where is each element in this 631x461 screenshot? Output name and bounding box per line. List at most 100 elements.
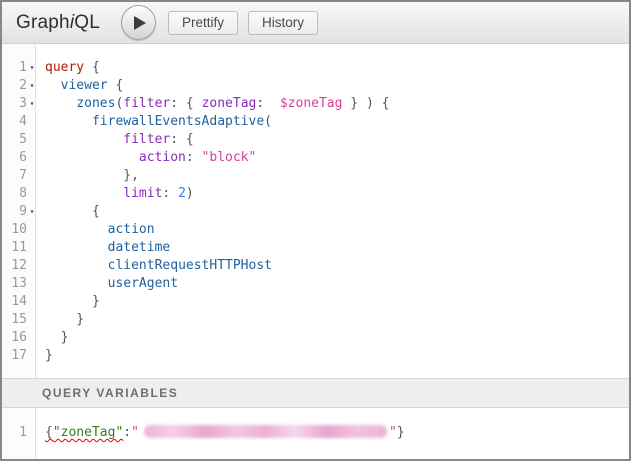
code-text: { [37,203,100,221]
token-attr: zoneTag [202,96,257,111]
token-num: 2 [178,186,186,201]
toolbar: GraphiQL Prettify History [2,2,629,44]
token-punc: } [45,294,100,309]
variables-resize-handle[interactable]: QUERY VARIABLES [2,378,629,408]
line-number: 2 [19,77,27,95]
token-prop: firewallEventsAdaptive [92,114,264,129]
code-line[interactable]: 10 action [2,221,629,239]
fold-arrow-icon[interactable]: ▾ [27,95,37,113]
fold-arrow-icon[interactable]: ▾ [27,77,37,95]
code-line[interactable]: 4 firewallEventsAdaptive( [2,113,629,131]
token-punc: } [45,312,84,327]
token-punc: } [45,348,53,363]
code-line[interactable]: 5 filter: { [2,131,629,149]
history-button[interactable]: History [248,11,318,35]
query-editor[interactable]: 1▾query {2▾ viewer {3▾ zones(filter: { z… [2,44,629,378]
gutter-cell: 5 [2,131,37,149]
token-punc [45,96,76,111]
code-text: {"zoneTag":""} [37,424,405,442]
gutter-cell: 9▾ [2,203,37,221]
line-number: 5 [19,131,27,149]
variables-code-lines: 1{"zoneTag":""} [2,424,629,442]
prettify-button[interactable]: Prettify [168,11,238,35]
line-number: 3 [19,95,27,113]
token-punc [45,258,108,273]
fold-arrow-icon[interactable]: ▾ [27,59,37,77]
code-line[interactable]: 12 clientRequestHTTPHost [2,257,629,275]
token-punc: ( [264,114,272,129]
token-punc: : [256,96,279,111]
code-text: zones(filter: { zoneTag: $zoneTag } ) { [37,95,389,113]
code-line[interactable]: 3▾ zones(filter: { zoneTag: $zoneTag } )… [2,95,629,113]
gutter-cell: 6 [2,149,37,167]
code-line[interactable]: 6 action: "block" [2,149,629,167]
gutter-cell: 11 [2,239,37,257]
token-punc: : { [170,132,193,147]
code-text: viewer { [37,77,123,95]
logo-text-ql: QL [74,12,100,33]
code-line[interactable]: 9▾ { [2,203,629,221]
token-punc [45,150,139,165]
token-prop: viewer [61,78,108,93]
code-text: limit: 2) [37,185,194,203]
line-number: 15 [11,311,27,329]
token-str: " [389,425,397,440]
code-text: action: "block" [37,149,256,167]
code-line[interactable]: 2▾ viewer { [2,77,629,95]
token-punc: }, [45,168,139,183]
token-punc [45,240,108,255]
gutter-cell: 1 [2,424,37,442]
token-punc [45,222,108,237]
code-line[interactable]: 7 }, [2,167,629,185]
code-line[interactable]: 14 } [2,293,629,311]
code-text: action [37,221,155,239]
fold-arrow-icon[interactable]: ▾ [27,203,37,221]
line-number: 10 [11,221,27,239]
line-number: 1 [19,424,27,442]
gutter-cell: 2▾ [2,77,37,95]
play-icon [134,16,146,30]
logo-text-graph: Graph [16,12,70,33]
code-line[interactable]: 16 } [2,329,629,347]
token-punc: } ) { [342,96,389,111]
line-number: 9 [19,203,27,221]
code-line[interactable]: 13 userAgent [2,275,629,293]
token-punc: ) [186,186,194,201]
line-number: 7 [19,167,27,185]
gutter-cell: 3▾ [2,95,37,113]
execute-query-button[interactable] [121,5,156,40]
token-str: " [131,425,139,440]
token-punc [45,114,92,129]
token-punc: { [84,60,100,75]
graphiql-logo: GraphiQL [2,12,100,34]
code-line[interactable]: 15 } [2,311,629,329]
code-line[interactable]: 1▾query { [2,59,629,77]
token-punc [45,132,123,147]
gutter-cell: 8 [2,185,37,203]
token-attr: action [139,150,186,165]
gutter-cell: 17 [2,347,37,365]
line-number: 13 [11,275,27,293]
code-text: clientRequestHTTPHost [37,257,272,275]
token-punc: : [123,425,131,440]
token-punc: : { [170,96,201,111]
token-punc: { [45,425,53,440]
query-variables-editor[interactable]: 1{"zoneTag":""} [2,408,629,459]
code-line[interactable]: 17} [2,347,629,365]
code-text: } [37,293,100,311]
token-punc: } [397,425,405,440]
line-number: 8 [19,185,27,203]
code-line[interactable]: 11 datetime [2,239,629,257]
token-prop: datetime [108,240,171,255]
redacted-zone-tag-value [144,425,387,438]
code-line[interactable]: 8 limit: 2) [2,185,629,203]
query-variables-title: QUERY VARIABLES [42,386,178,400]
token-attr: limit [123,186,162,201]
token-punc: { [108,78,124,93]
token-var: $zoneTag [280,96,343,111]
token-attr: filter [123,132,170,147]
gutter-cell: 12 [2,257,37,275]
gutter-cell: 15 [2,311,37,329]
code-line[interactable]: 1{"zoneTag":""} [2,424,629,442]
line-number: 1 [19,59,27,77]
